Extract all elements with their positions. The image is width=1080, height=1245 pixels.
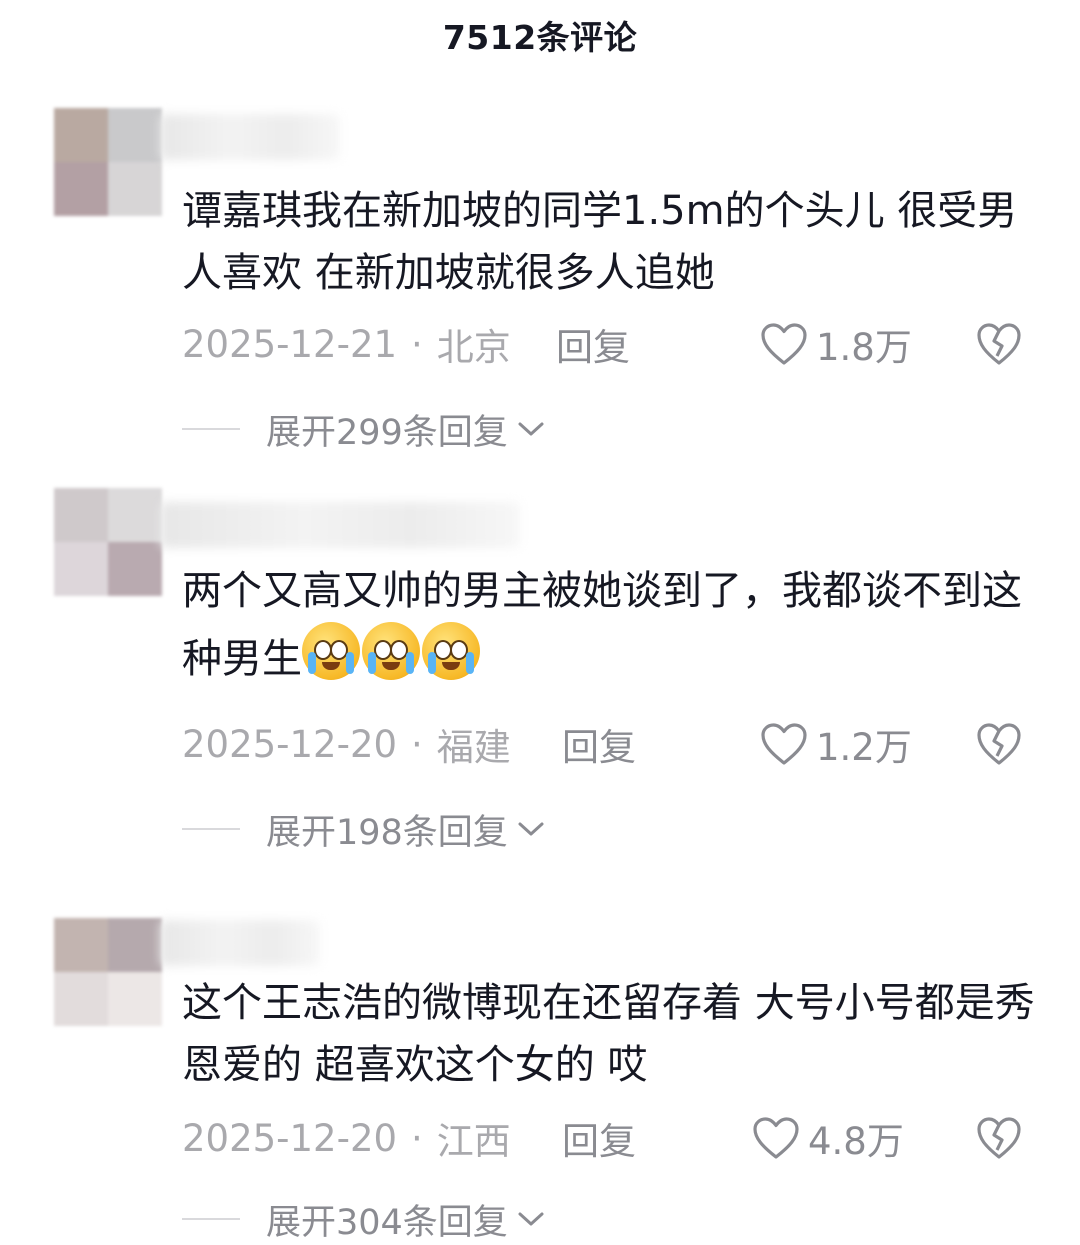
heart-outline-icon [761,723,807,765]
reply-button[interactable]: 回复 [562,1111,636,1165]
expand-divider [182,1218,240,1220]
avatar[interactable] [54,108,162,216]
chevron-down-icon [518,422,544,436]
expand-replies[interactable]: 展开198条回复 [182,804,546,854]
expand-replies-label: 展开304条回复 [266,1202,508,1243]
username[interactable] [160,920,320,966]
avatar[interactable] [54,488,162,596]
like-button[interactable]: 1.8万 [760,317,912,371]
like-button[interactable]: 4.8万 [752,1111,904,1165]
avatar[interactable] [54,918,162,1026]
crying-face-emoji-icon [302,622,360,680]
heart-outline-icon [761,323,807,365]
expand-replies[interactable]: 展开304条回复 [182,1194,546,1244]
comment-meta: 2025-12-20 · 江西 回复 4.8万 [182,1108,1042,1168]
comment-date: 2025-12-20 [182,722,398,766]
like-count: 1.8万 [816,326,912,369]
expand-divider [182,828,240,830]
comment-date: 2025-12-21 [182,322,398,366]
meta-separator: · [411,1116,423,1160]
chevron-down-icon [518,1212,544,1226]
meta-separator: · [411,722,423,766]
crying-face-emoji-icon [422,622,480,680]
broken-heart-icon[interactable] [976,322,1022,366]
comment-location: 福建 [436,726,511,769]
comment-location: 北京 [436,326,511,369]
like-count: 1.2万 [816,726,912,769]
comment-text: 谭嘉琪我在新加坡的同学1.5m的个头儿 很受男人喜欢 在新加坡就很多人追她 [182,188,1018,296]
expand-replies-label: 展开198条回复 [266,812,508,853]
comment-meta: 2025-12-20 · 福建 回复 1.2万 [182,714,1042,774]
comments-header: 7512条评论 [0,0,1080,70]
chevron-down-icon [518,822,544,836]
crying-face-emoji-icon [362,622,420,680]
username[interactable] [160,502,520,548]
meta-separator: · [411,322,423,366]
broken-heart-icon[interactable] [976,722,1022,766]
crying-emoji-group [302,622,480,680]
comment-text: 两个又高又帅的男主被她谈到了，我都谈不到这种男生 [182,560,1042,690]
comment-count-title: 7512条评论 [442,18,638,57]
comment-location: 江西 [436,1120,511,1163]
expand-divider [182,428,240,430]
comment-text: 这个王志浩的微博现在还留存着 大号小号都是秀恩爱的 超喜欢这个女的 哎 [182,980,1035,1088]
expand-replies[interactable]: 展开299条回复 [182,404,546,454]
like-button[interactable]: 1.2万 [760,717,912,771]
username[interactable] [160,114,340,160]
broken-heart-icon[interactable] [976,1116,1022,1160]
comment-date: 2025-12-20 [182,1116,398,1160]
heart-outline-icon [753,1117,799,1159]
reply-button[interactable]: 回复 [562,717,636,771]
reply-button[interactable]: 回复 [556,317,630,371]
comment-meta: 2025-12-21 · 北京 回复 1.8万 [182,314,1042,374]
expand-replies-label: 展开299条回复 [266,412,508,453]
like-count: 4.8万 [808,1120,904,1163]
